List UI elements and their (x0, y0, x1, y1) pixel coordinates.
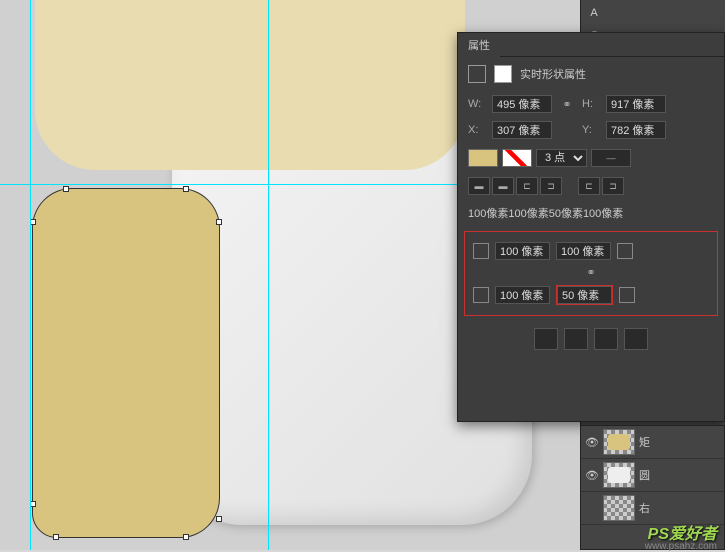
guide-vertical-1[interactable] (30, 0, 31, 550)
layer-name-2: 圆 (639, 467, 650, 483)
x-label: X: (468, 124, 486, 136)
align-btn-6[interactable]: ⊐ (602, 177, 624, 195)
layer-row-2[interactable]: 👁 圆 (581, 459, 724, 492)
corner-tl-icon[interactable] (473, 243, 489, 259)
align-btn-2[interactable]: ▬ (492, 177, 514, 195)
layer-name-1: 矩 (639, 434, 650, 450)
layer-name-3: 右 (639, 500, 650, 516)
watermark-url: www.psahz.com (645, 541, 717, 552)
corner-tl-input[interactable] (495, 242, 550, 260)
shape-bounds-icon[interactable] (468, 65, 486, 83)
corner-tr-input[interactable] (556, 242, 611, 260)
align-btn-1[interactable]: ▬ (468, 177, 490, 195)
fill-swatch[interactable] (468, 149, 498, 167)
visibility-icon[interactable]: 👁 (585, 469, 599, 482)
align-btn-3[interactable]: ⊏ (516, 177, 538, 195)
pathfinder-exclude-icon[interactable] (624, 328, 648, 350)
stroke-width-dropdown[interactable]: 3 点 (536, 149, 587, 167)
properties-tab[interactable]: 属性 (458, 33, 500, 57)
type-tool-icon[interactable]: A (584, 3, 604, 23)
width-input[interactable] (492, 95, 552, 113)
pathfinder-unite-icon[interactable] (534, 328, 558, 350)
pathfinder-subtract-icon[interactable] (564, 328, 588, 350)
corner-radius-section-highlight: ⚭ (464, 231, 718, 316)
guide-vertical-2[interactable] (268, 0, 269, 550)
height-input[interactable] (606, 95, 666, 113)
corner-br-icon[interactable] (619, 287, 635, 303)
y-label: Y: (582, 124, 600, 136)
link-wh-icon[interactable]: ⚭ (558, 98, 576, 111)
align-btn-4[interactable]: ⊐ (540, 177, 562, 195)
y-input[interactable] (606, 121, 666, 139)
layer-thumb-3 (603, 495, 635, 521)
panel-header: 属性 (458, 33, 724, 57)
corner-tr-icon[interactable] (617, 243, 633, 259)
shape-selected-beige-rect[interactable] (32, 188, 220, 538)
corner-radius-summary: 100像素100像素50像素100像素 (458, 199, 724, 227)
align-btn-5[interactable]: ⊏ (578, 177, 600, 195)
corner-bl-input[interactable] (495, 286, 550, 304)
live-shape-label: 实时形状属性 (520, 66, 586, 82)
link-corners-icon[interactable]: ⚭ (586, 267, 595, 279)
corner-bl-icon[interactable] (473, 287, 489, 303)
height-label: H: (582, 98, 600, 110)
layer-row-1[interactable]: 👁 矩 (581, 426, 724, 459)
width-label: W: (468, 98, 486, 110)
stroke-style-dropdown[interactable]: — (591, 149, 631, 167)
x-input[interactable] (492, 121, 552, 139)
mask-icon[interactable] (494, 65, 512, 83)
layer-thumb-2 (603, 462, 635, 488)
properties-panel: 属性 实时形状属性 W: ⚭ H: X: Y: 3 点 — ▬ ▬ ⊏ ⊐ ⊏ … (457, 32, 725, 422)
layer-thumb-1 (603, 429, 635, 455)
stroke-swatch[interactable] (502, 149, 532, 167)
pathfinder-intersect-icon[interactable] (594, 328, 618, 350)
shape-cream-rounded-rect[interactable] (35, 0, 465, 170)
corner-br-input[interactable] (557, 286, 612, 304)
visibility-icon[interactable]: 👁 (585, 436, 599, 449)
